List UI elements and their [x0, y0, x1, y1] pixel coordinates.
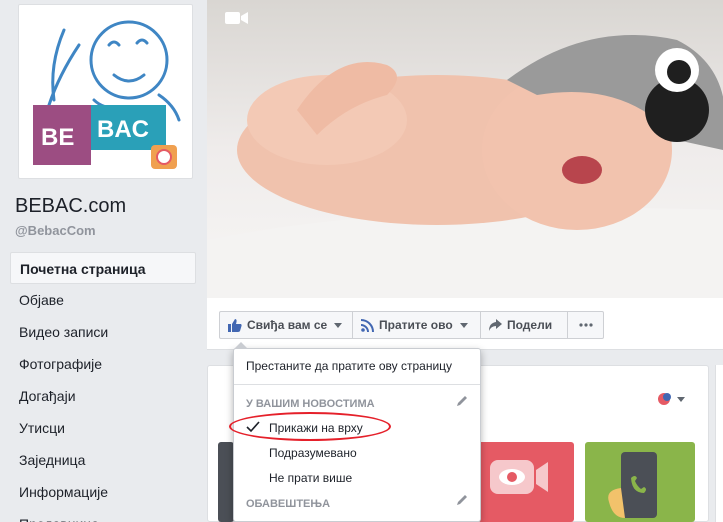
nav-item-videos[interactable]: Видео записи [10, 316, 196, 348]
bebac-logo: BE BAC [33, 20, 181, 169]
svg-text:BAC: BAC [97, 116, 149, 143]
unfollow-page-item[interactable]: Престаните да пратите ову страницу [246, 359, 452, 373]
page-name[interactable]: BEBAC.com [15, 195, 126, 218]
page-nav: Почетна страница Објаве Видео записи Фот… [10, 252, 196, 522]
profile-picture[interactable]: BE BAC [18, 4, 193, 179]
share-arrow-icon [489, 319, 502, 331]
share-button[interactable]: Подели [480, 311, 568, 339]
pencil-icon[interactable] [456, 494, 468, 506]
nav-item-shop[interactable]: Продавница [10, 508, 196, 522]
app-tile-video[interactable] [478, 442, 574, 522]
nav-item-photos[interactable]: Фотографије [10, 348, 196, 380]
rss-icon [361, 318, 374, 332]
chevron-down-icon [334, 322, 343, 328]
left-column: BE BAC BEBAC.com @BebacCom Почетна стран… [0, 0, 205, 522]
pencil-icon[interactable] [456, 395, 468, 407]
more-options-button[interactable] [567, 311, 604, 339]
right-panel-edge [715, 365, 723, 522]
notifications-section-header: ОБАВЕШТЕЊА [246, 498, 331, 510]
option-default[interactable]: Подразумевано [269, 446, 357, 460]
video-camera-icon [225, 12, 248, 24]
nav-item-events[interactable]: Догађаји [10, 380, 196, 412]
card-settings-icon[interactable] [657, 391, 687, 407]
nav-item-about[interactable]: Информације [10, 476, 196, 508]
thumbs-up-icon [228, 319, 242, 332]
phone-icon [608, 452, 657, 518]
app-tile-dark[interactable] [218, 442, 234, 522]
nav-item-community[interactable]: Заједница [10, 444, 196, 476]
video-camera-icon [490, 460, 548, 494]
more-dots-icon [578, 323, 593, 327]
like-button[interactable]: Свиђа вам се [219, 311, 353, 339]
app-tile-phone[interactable] [585, 442, 695, 522]
nav-item-reviews[interactable]: Утисци [10, 412, 196, 444]
svg-text:BE: BE [41, 124, 74, 151]
checkmark-icon [246, 421, 260, 433]
page-handle[interactable]: @BebacCom [15, 223, 96, 238]
cover-image [207, 35, 723, 298]
like-label: Свиђа вам се [247, 318, 328, 332]
menu-divider [234, 384, 480, 385]
option-unfollow[interactable]: Не прати више [269, 471, 352, 485]
cover-video[interactable] [207, 0, 723, 298]
chevron-down-icon [459, 322, 468, 328]
nav-item-home[interactable]: Почетна страница [10, 252, 196, 284]
option-see-first[interactable]: Прикажи на врху [269, 421, 363, 435]
news-feed-section-header: У ВАШИМ НОВОСТИМА [246, 398, 375, 410]
follow-dropdown-menu: Престаните да пратите ову страницу У ВАШ… [233, 342, 481, 522]
follow-label: Пратите ово [379, 318, 453, 332]
follow-button[interactable]: Пратите ово [352, 311, 481, 339]
nav-item-posts[interactable]: Објаве [10, 284, 196, 316]
share-label: Подели [507, 318, 553, 332]
